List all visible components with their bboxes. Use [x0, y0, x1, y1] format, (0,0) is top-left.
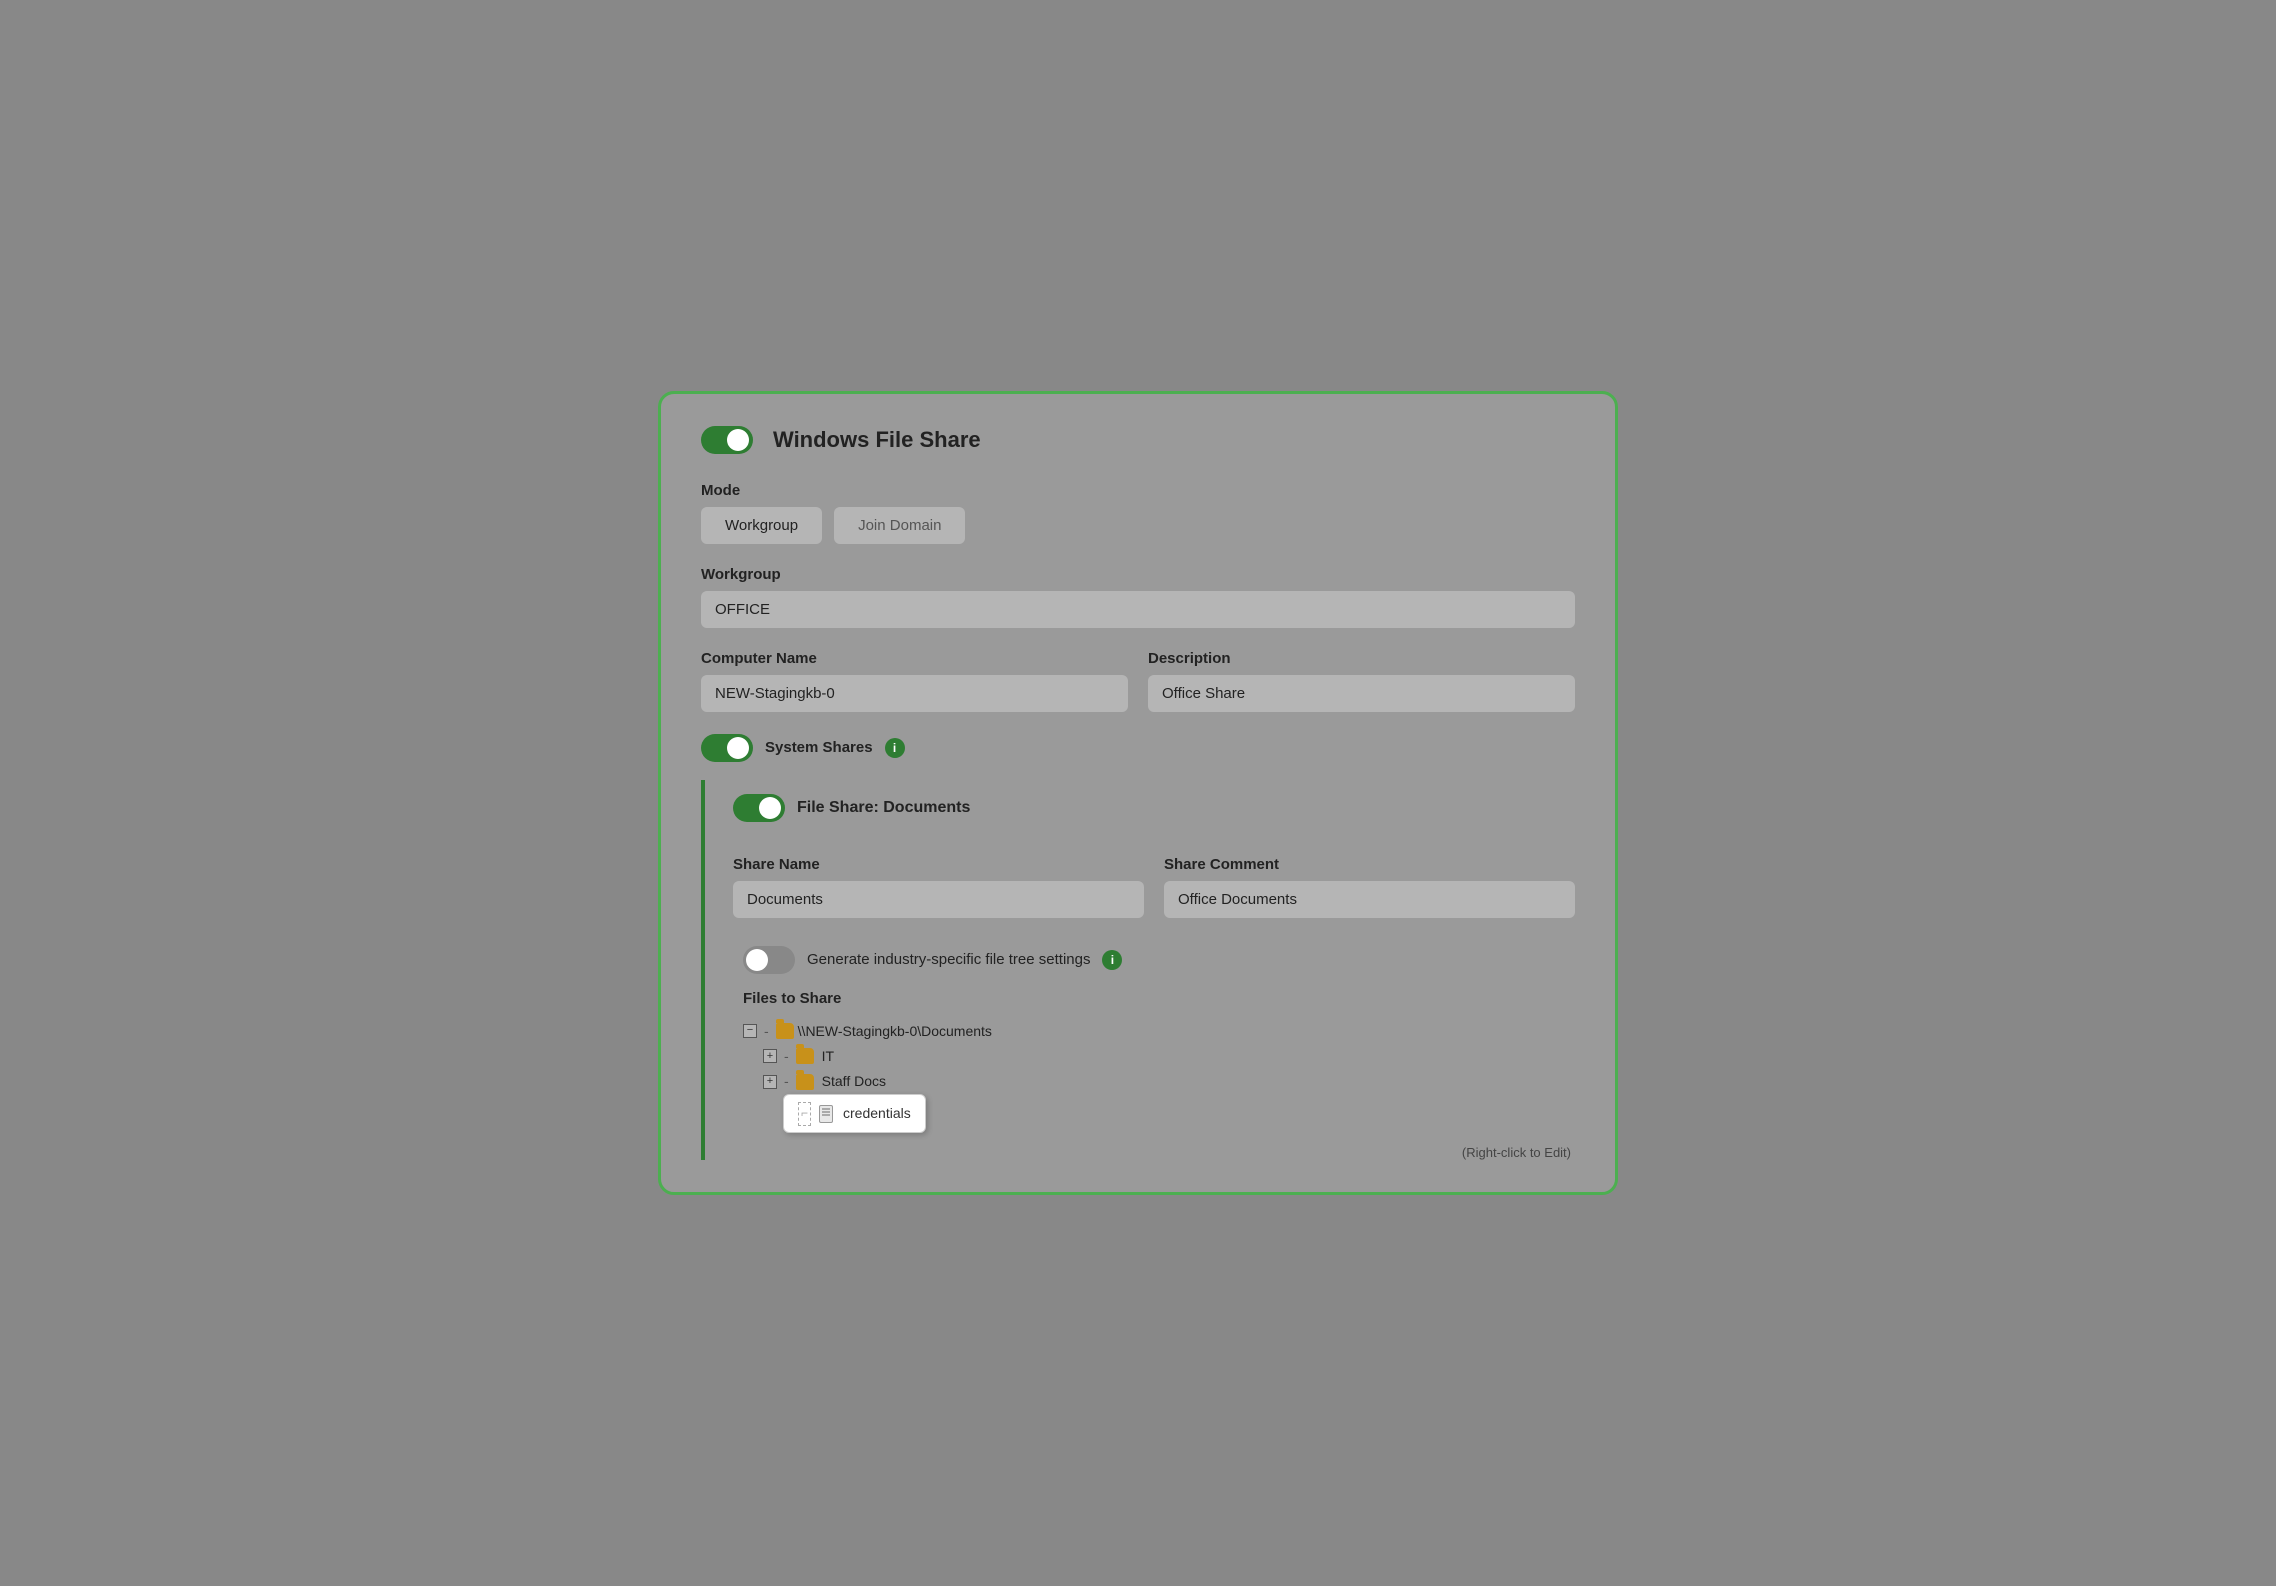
tree-item-credentials: ⌐ credentials	[783, 1094, 1575, 1133]
credentials-file-icon	[819, 1105, 833, 1123]
right-click-hint: (Right-click to Edit)	[733, 1145, 1575, 1160]
description-input[interactable]	[1148, 675, 1575, 712]
windows-file-share-toggle[interactable]	[701, 426, 753, 454]
computer-name-col: Computer Name	[701, 650, 1128, 712]
system-shares-info-icon: i	[885, 738, 905, 758]
files-to-share-label: Files to Share	[733, 990, 1575, 1007]
generate-toggle-row: Generate industry-specific file tree set…	[733, 946, 1575, 974]
it-expand-icon[interactable]: +	[763, 1049, 777, 1063]
share-name-label: Share Name	[733, 856, 1144, 873]
credentials-popup[interactable]: ⌐ credentials	[783, 1094, 926, 1133]
workgroup-label: Workgroup	[701, 566, 1575, 583]
workgroup-section: Workgroup	[701, 566, 1575, 628]
join-domain-button[interactable]: Join Domain	[834, 507, 965, 544]
computer-name-label: Computer Name	[701, 650, 1128, 667]
share-name-col: Share Name	[733, 856, 1144, 918]
credentials-connector: ⌐	[798, 1102, 811, 1126]
description-col: Description	[1148, 650, 1575, 712]
generate-label: Generate industry-specific file tree set…	[807, 951, 1090, 968]
share-comment-input[interactable]	[1164, 881, 1575, 918]
root-expand-icon[interactable]: −	[743, 1024, 757, 1038]
system-shares-toggle[interactable]	[701, 734, 753, 762]
staffdocs-folder-icon	[796, 1074, 814, 1090]
mode-options: Workgroup Join Domain	[701, 507, 1575, 544]
system-shares-label: System Shares	[765, 739, 873, 756]
tree-root: − - \\NEW-Stagingkb-0\Documents	[743, 1019, 1575, 1044]
staffdocs-label: Staff Docs	[822, 1069, 886, 1094]
computer-description-row: Computer Name Description	[701, 650, 1575, 712]
description-label: Description	[1148, 650, 1575, 667]
credentials-label: credentials	[843, 1101, 911, 1126]
file-share-subsection: File Share: Documents Share Name Share C…	[701, 780, 1575, 1161]
tree-item-staffdocs: + - Staff Docs	[763, 1069, 1575, 1094]
it-folder-icon	[796, 1048, 814, 1064]
main-window: Windows File Share Mode Workgroup Join D…	[658, 391, 1618, 1196]
root-label: \\NEW-Stagingkb-0\Documents	[798, 1019, 992, 1044]
page-title: Windows File Share	[773, 427, 981, 453]
share-comment-col: Share Comment	[1164, 856, 1575, 918]
tree-item-it: + - IT	[763, 1044, 1575, 1069]
mode-section: Mode Workgroup Join Domain	[701, 482, 1575, 544]
share-fields-row: Share Name Share Comment	[733, 856, 1575, 918]
workgroup-input[interactable]	[701, 591, 1575, 628]
share-comment-label: Share Comment	[1164, 856, 1575, 873]
file-tree: − - \\NEW-Stagingkb-0\Documents + - IT +…	[733, 1019, 1575, 1134]
file-share-documents-toggle[interactable]	[733, 794, 785, 822]
staffdocs-expand-icon[interactable]: +	[763, 1075, 777, 1089]
workgroup-button[interactable]: Workgroup	[701, 507, 822, 544]
system-shares-row: System Shares i	[701, 734, 1575, 762]
it-label: IT	[822, 1044, 834, 1069]
computer-name-input[interactable]	[701, 675, 1128, 712]
generate-info-icon: i	[1102, 950, 1122, 970]
header-row: Windows File Share	[701, 426, 1575, 454]
share-name-input[interactable]	[733, 881, 1144, 918]
root-folder-icon	[776, 1023, 794, 1039]
generate-toggle[interactable]	[743, 946, 795, 974]
mode-label: Mode	[701, 482, 1575, 499]
file-share-documents-label: File Share: Documents	[797, 799, 970, 817]
file-share-documents-header: File Share: Documents	[733, 780, 1575, 832]
